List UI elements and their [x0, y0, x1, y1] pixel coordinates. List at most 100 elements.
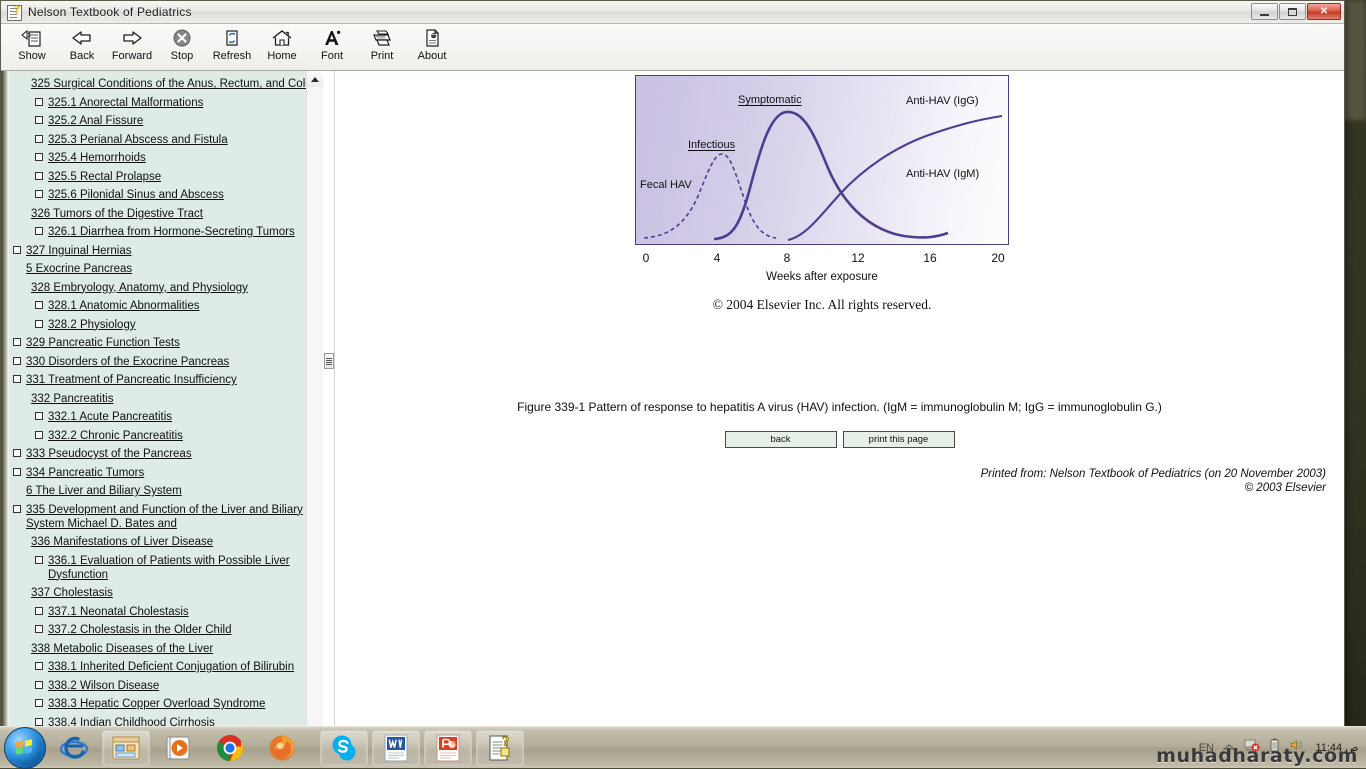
checkbox-icon[interactable] [35, 431, 43, 439]
toc-item[interactable]: 329 Pancreatic Function Tests [13, 336, 319, 350]
stop-icon [170, 27, 194, 49]
taskbar-skype[interactable] [320, 730, 368, 766]
toc-item[interactable]: 338.1 Inherited Deficient Conjugation of… [35, 660, 319, 674]
taskbar-windows-explorer[interactable] [102, 730, 150, 766]
taskbar-media-player[interactable] [154, 730, 202, 766]
checkbox-icon[interactable] [35, 625, 43, 633]
checkbox-icon[interactable] [35, 681, 43, 689]
taskbar-firefox[interactable] [258, 730, 306, 766]
checkbox-icon[interactable] [35, 116, 43, 124]
taskbar-help-file[interactable]: ? [476, 730, 524, 766]
toc-item-label: 5 Exocrine Pancreas [26, 262, 132, 276]
checkbox-icon[interactable] [35, 172, 43, 180]
checkbox-icon[interactable] [35, 153, 43, 161]
toc-item[interactable]: 328 Embryology, Anatomy, and Physiology [18, 281, 319, 295]
back-button[interactable]: back [725, 431, 837, 448]
toc-item[interactable]: 326 Tumors of the Digestive Tract [18, 207, 319, 221]
checkbox-icon[interactable] [13, 246, 21, 254]
toc-item-label: 326 Tumors of the Digestive Tract [31, 207, 203, 221]
google-chrome-icon [215, 733, 245, 763]
toolbar-button-stop[interactable]: Stop [157, 24, 207, 68]
figure: Symptomatic Infectious Fecal HAV Anti-HA… [635, 75, 1009, 313]
toc-item[interactable]: 332.1 Acute Pancreatitis [35, 410, 319, 424]
toolbar-button-home[interactable]: Home [257, 24, 307, 68]
checkbox-icon[interactable] [13, 468, 21, 476]
printed-from-line-2: © 2003 Elsevier [981, 481, 1326, 495]
checkbox-icon[interactable] [13, 338, 21, 346]
toc-item[interactable]: 337.1 Neonatal Cholestasis [35, 605, 319, 619]
close-button[interactable]: ✕ [1307, 3, 1341, 20]
toc-item[interactable]: 325 Surgical Conditions of the Anus, Rec… [18, 77, 319, 91]
toc-item[interactable]: 334 Pancreatic Tumors [13, 466, 319, 480]
toc-item[interactable]: 326.1 Diarrhea from Hormone-Secreting Tu… [35, 225, 319, 239]
checkbox-icon[interactable] [13, 505, 21, 513]
toolbar-button-print[interactable]: Print [357, 24, 407, 68]
toolbar-button-forward[interactable]: Forward [107, 24, 157, 68]
toc-item[interactable]: 325.1 Anorectal Malformations [35, 96, 319, 110]
toc-item[interactable]: 5 Exocrine Pancreas [13, 262, 319, 276]
checkbox-icon[interactable] [35, 699, 43, 707]
toc-item[interactable]: 6 The Liver and Biliary System [13, 484, 319, 498]
taskbar-google-chrome[interactable] [206, 730, 254, 766]
toc-item[interactable]: 328.1 Anatomic Abnormalities [35, 299, 319, 313]
splitter-grip-icon[interactable] [324, 353, 334, 369]
taskbar-powerpoint[interactable] [424, 730, 472, 766]
toolbar-button-about[interactable]: About [407, 24, 457, 68]
toc-item[interactable]: 332.2 Chronic Pancreatitis [35, 429, 319, 443]
toc-item[interactable]: 338 Metabolic Diseases of the Liver [18, 642, 319, 656]
checkbox-icon[interactable] [35, 98, 43, 106]
toc-item[interactable]: 330 Disorders of the Exocrine Pancreas [13, 355, 319, 369]
checkbox-icon[interactable] [13, 449, 21, 457]
minimize-button[interactable] [1251, 3, 1278, 20]
toc-item[interactable]: 327 Inguinal Hernias [13, 244, 319, 258]
toc-item[interactable]: 338.3 Hepatic Copper Overload Syndrome [35, 697, 319, 711]
toolbar-button-refresh[interactable]: Refresh [207, 24, 257, 68]
checkbox-icon[interactable] [35, 412, 43, 420]
toc-item-label: 326.1 Diarrhea from Hormone-Secreting Tu… [48, 225, 295, 239]
toc-item[interactable]: 325.3 Perianal Abscess and Fistula [35, 133, 319, 147]
print-this-page-button[interactable]: print this page [843, 431, 955, 448]
checkbox-icon[interactable] [35, 556, 43, 564]
toc-item[interactable]: 328.2 Physiology [35, 318, 319, 332]
scroll-up-arrow-icon[interactable] [307, 71, 323, 87]
start-button[interactable] [4, 727, 46, 769]
checkbox-icon[interactable] [13, 375, 21, 383]
toc-item[interactable]: 337 Cholestasis [18, 586, 319, 600]
checkbox-icon[interactable] [35, 320, 43, 328]
toc-item-label: 332.2 Chronic Pancreatitis [48, 429, 183, 443]
checkbox-icon[interactable] [35, 301, 43, 309]
toc-item[interactable]: 331 Treatment of Pancreatic Insufficienc… [13, 373, 319, 387]
toc-item[interactable]: 336.1 Evaluation of Patients with Possib… [35, 554, 319, 582]
toc-item-label: 330 Disorders of the Exocrine Pancreas [26, 355, 229, 369]
toolbar-button-font[interactable]: Font [307, 24, 357, 68]
show-pane-icon [20, 27, 44, 49]
toc-item[interactable]: 338.2 Wilson Disease [35, 679, 319, 693]
pane-splitter[interactable] [324, 71, 335, 730]
toc-item-label: 338 Metabolic Diseases of the Liver [31, 642, 213, 656]
taskbar-microsoft-word[interactable] [372, 730, 420, 766]
checkbox-icon[interactable] [35, 135, 43, 143]
checkbox-icon[interactable] [35, 227, 43, 235]
sidebar-scrollbar[interactable] [306, 71, 323, 730]
toc-item[interactable]: 325.6 Pilonidal Sinus and Abscess [35, 188, 319, 202]
taskbar-internet-explorer[interactable] [50, 730, 98, 766]
toc-item[interactable]: 335 Development and Function of the Live… [13, 503, 319, 531]
checkbox-icon[interactable] [35, 718, 43, 726]
checkbox-icon[interactable] [13, 357, 21, 365]
toc-item[interactable]: 325.4 Hemorrhoids [35, 151, 319, 165]
toc-item-label: 337.2 Cholestasis in the Older Child [48, 623, 231, 637]
maximize-button[interactable] [1279, 3, 1306, 20]
toc-item[interactable]: 333 Pseudocyst of the Pancreas [13, 447, 319, 461]
toolbar-button-show[interactable]: Show [7, 24, 57, 68]
checkbox-icon[interactable] [35, 662, 43, 670]
toolbar-button-back[interactable]: Back [57, 24, 107, 68]
toc-item-label: 328.1 Anatomic Abnormalities [48, 299, 200, 313]
checkbox-icon[interactable] [35, 607, 43, 615]
toc-item[interactable]: 337.2 Cholestasis in the Older Child [35, 623, 319, 637]
toc-item[interactable]: 325.2 Anal Fissure [35, 114, 319, 128]
toc-item[interactable]: 336 Manifestations of Liver Disease [18, 535, 319, 549]
toc-item-label: 338.1 Inherited Deficient Conjugation of… [48, 660, 294, 674]
checkbox-icon[interactable] [35, 190, 43, 198]
toc-item[interactable]: 332 Pancreatitis [18, 392, 319, 406]
toc-item[interactable]: 325.5 Rectal Prolapse [35, 170, 319, 184]
